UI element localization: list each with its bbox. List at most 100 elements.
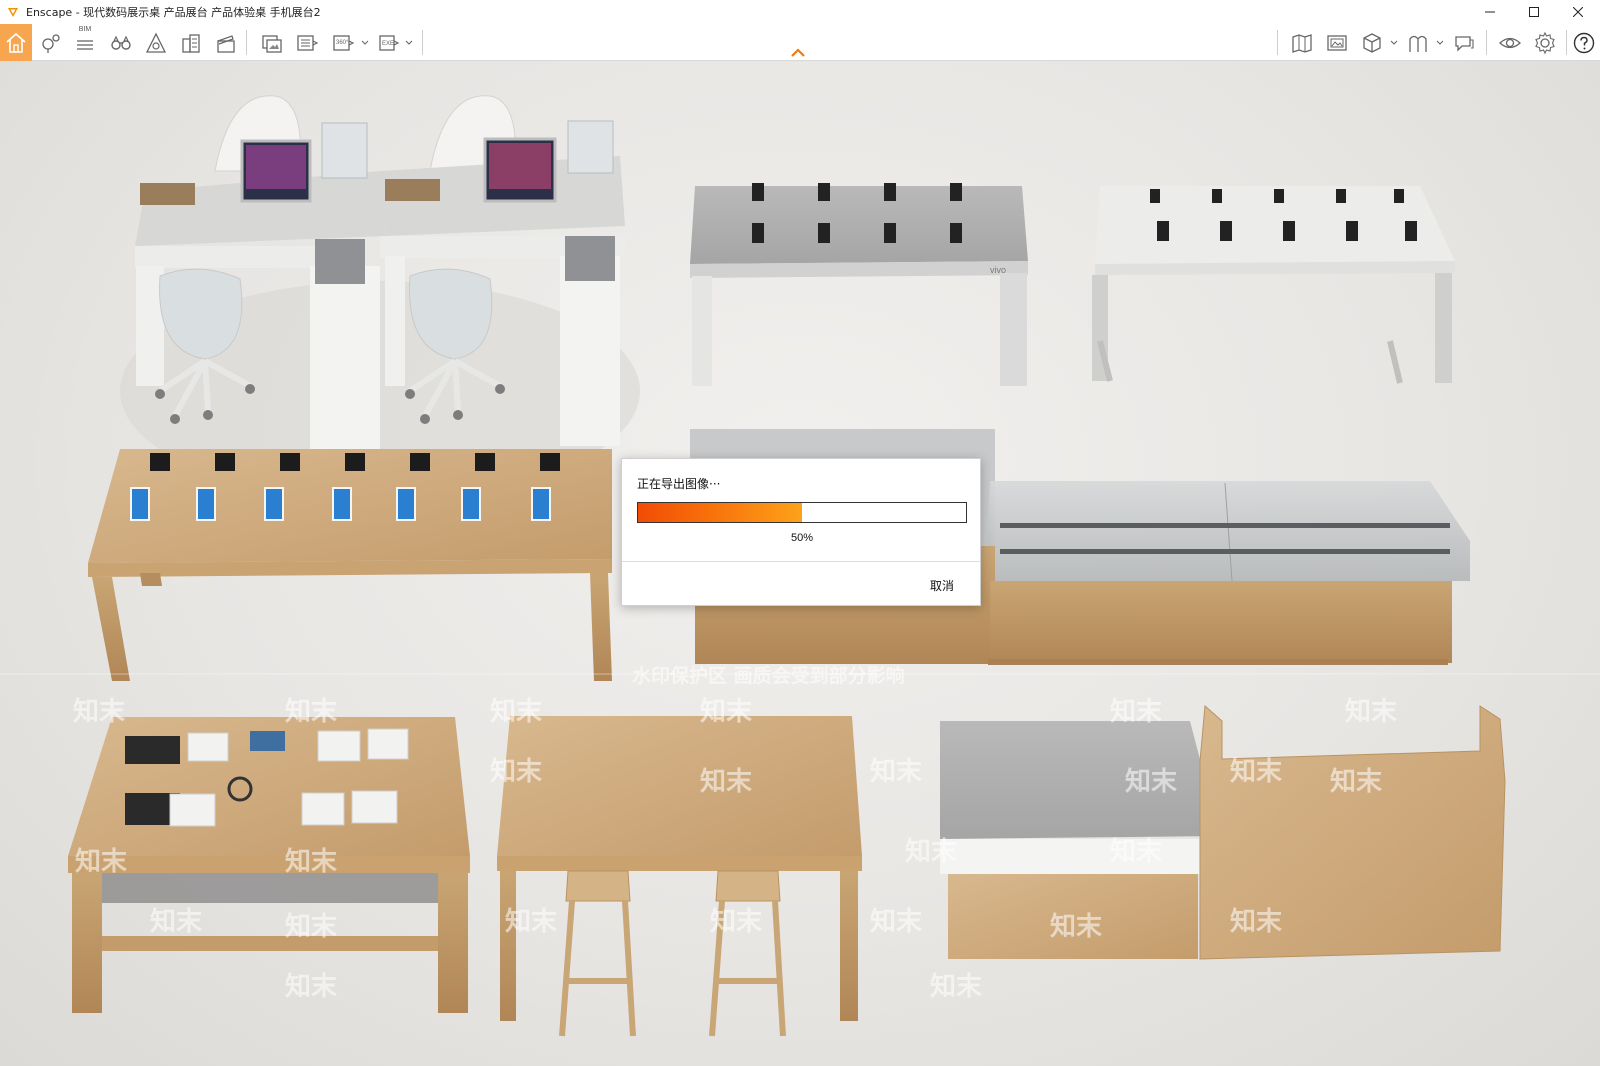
- progress-percent-label: 50%: [790, 532, 814, 544]
- atmosphere-icon: [145, 32, 167, 53]
- watermark-tile: 知末: [1110, 837, 1163, 867]
- screenshot-gallery-icon: [1327, 34, 1347, 51]
- visual-settings-icon: [1499, 37, 1521, 48]
- watermark-tile: 知末: [505, 907, 558, 937]
- section-dropdown[interactable]: [1435, 24, 1445, 61]
- watermark-tile: 知末: [1330, 767, 1383, 797]
- watermark-tile: 知末: [150, 907, 203, 937]
- chevron-down-icon: [1436, 40, 1444, 45]
- export-progress-dialog: 正在导出图像··· 50% 取消: [621, 458, 981, 606]
- binoculars-button[interactable]: [104, 24, 138, 61]
- visual-settings-button[interactable]: [1493, 24, 1527, 61]
- panorama-button[interactable]: 360°: [326, 24, 360, 61]
- maximize-button[interactable]: [1512, 0, 1556, 24]
- panorama-360-icon: 360°: [333, 34, 355, 51]
- chevron-down-icon: [1390, 40, 1398, 45]
- experience-table-with-stools: [497, 716, 862, 1037]
- batch-render-icon: [297, 34, 319, 51]
- export-exe-icon: EXE: [379, 34, 400, 51]
- help-button[interactable]: [1569, 24, 1599, 61]
- service-counter: [940, 704, 1506, 960]
- map-button[interactable]: [1285, 24, 1319, 61]
- watermark-tile: 知末: [700, 767, 753, 797]
- export-dropdown[interactable]: [404, 24, 414, 61]
- minimize-button[interactable]: [1468, 0, 1512, 24]
- section-icon: [1409, 35, 1427, 52]
- progress-bar: [637, 502, 967, 523]
- views-button[interactable]: [34, 24, 68, 61]
- maximize-icon: [1529, 7, 1539, 17]
- buildings-button[interactable]: [174, 24, 208, 61]
- dialog-divider: [622, 561, 980, 562]
- cancel-button[interactable]: 取消: [930, 577, 954, 594]
- watermark-tile: 知末: [1050, 912, 1103, 942]
- watermark-tile: 知末: [1110, 697, 1163, 727]
- chevron-down-icon: [361, 40, 369, 45]
- watermark-tile: 知末: [905, 837, 958, 867]
- settings-button[interactable]: [1528, 24, 1562, 61]
- help-icon: [1573, 32, 1595, 53]
- toolbar-separator: [422, 30, 423, 55]
- toolbar-separator: [1277, 30, 1278, 55]
- watermark-tile: 知末: [1230, 757, 1283, 787]
- watermark-tile: 知末: [285, 912, 338, 942]
- home-icon: [6, 32, 26, 53]
- binoculars-icon: [111, 35, 131, 50]
- shelf-display-table: [68, 717, 470, 1013]
- brand-label: vivo: [990, 265, 1006, 275]
- minimize-icon: [1485, 11, 1495, 13]
- office-desk-group: [120, 95, 640, 501]
- progress-bar-fill: [638, 503, 802, 522]
- panorama-dropdown[interactable]: [360, 24, 370, 61]
- watermark-tile: 知末: [1125, 767, 1178, 797]
- bim-label: BIM: [78, 26, 92, 33]
- chevron-down-icon: [405, 40, 413, 45]
- watermark-tile: 知末: [930, 972, 983, 1002]
- title-bar: Enscape - 现代数码展示桌 产品展台 产品体验桌 手机展台2: [0, 0, 1600, 24]
- enscape-logo-icon: [8, 8, 18, 17]
- watermark-tile: 知末: [490, 697, 543, 727]
- watermark-tile: 知末: [285, 697, 338, 727]
- video-editor-button[interactable]: [209, 24, 243, 61]
- buildings-icon: [182, 33, 200, 53]
- views-icon: [42, 33, 60, 53]
- watermark-tile: 知末: [490, 757, 543, 787]
- home-button[interactable]: [0, 24, 32, 61]
- settings-gear-icon: [1535, 31, 1555, 54]
- window-controls: [1468, 0, 1600, 24]
- toolbar-separator: [1566, 30, 1567, 55]
- chevron-up-icon[interactable]: [790, 46, 806, 58]
- atmosphere-button[interactable]: [139, 24, 173, 61]
- feedback-icon: [1455, 35, 1474, 52]
- clapper-icon: [217, 34, 235, 53]
- feedback-button[interactable]: [1447, 24, 1481, 61]
- watermark-text: 水印保护区 画质会受到部分影响: [632, 665, 905, 687]
- toolbar-separator: [246, 30, 247, 55]
- watermark-tile: 知末: [75, 847, 128, 877]
- cube-view-icon: [1363, 32, 1381, 53]
- bim-button[interactable]: BIM: [68, 24, 102, 61]
- white-display-table: [1092, 186, 1455, 384]
- close-button[interactable]: [1556, 0, 1600, 24]
- watermark-tile: 知末: [700, 697, 753, 727]
- svg-text:360°: 360°: [336, 40, 349, 46]
- toolbar-separator: [1486, 30, 1487, 55]
- close-icon: [1573, 7, 1583, 17]
- window-title: Enscape - 现代数码展示桌 产品展台 产品体验桌 手机展台2: [26, 6, 321, 19]
- cube-view-button[interactable]: [1355, 24, 1389, 61]
- batch-render-button[interactable]: [290, 24, 324, 61]
- watermark-tile: 知末: [870, 907, 923, 937]
- watermark-tile: 知末: [1230, 907, 1283, 937]
- map-icon: [1292, 33, 1312, 53]
- screenshot-gallery-button[interactable]: [1320, 24, 1354, 61]
- wood-phone-table: [88, 449, 612, 681]
- watermark-tile: 知末: [285, 972, 338, 1002]
- watermark-tile: 知末: [870, 757, 923, 787]
- svg-text:EXE: EXE: [382, 41, 394, 47]
- cube-view-dropdown[interactable]: [1389, 24, 1399, 61]
- dialog-title: 正在导出图像···: [637, 477, 721, 491]
- render-image-button[interactable]: [255, 24, 289, 61]
- export-exe-button[interactable]: EXE: [372, 24, 406, 61]
- section-button[interactable]: [1401, 24, 1435, 61]
- bim-list-icon: [77, 39, 93, 50]
